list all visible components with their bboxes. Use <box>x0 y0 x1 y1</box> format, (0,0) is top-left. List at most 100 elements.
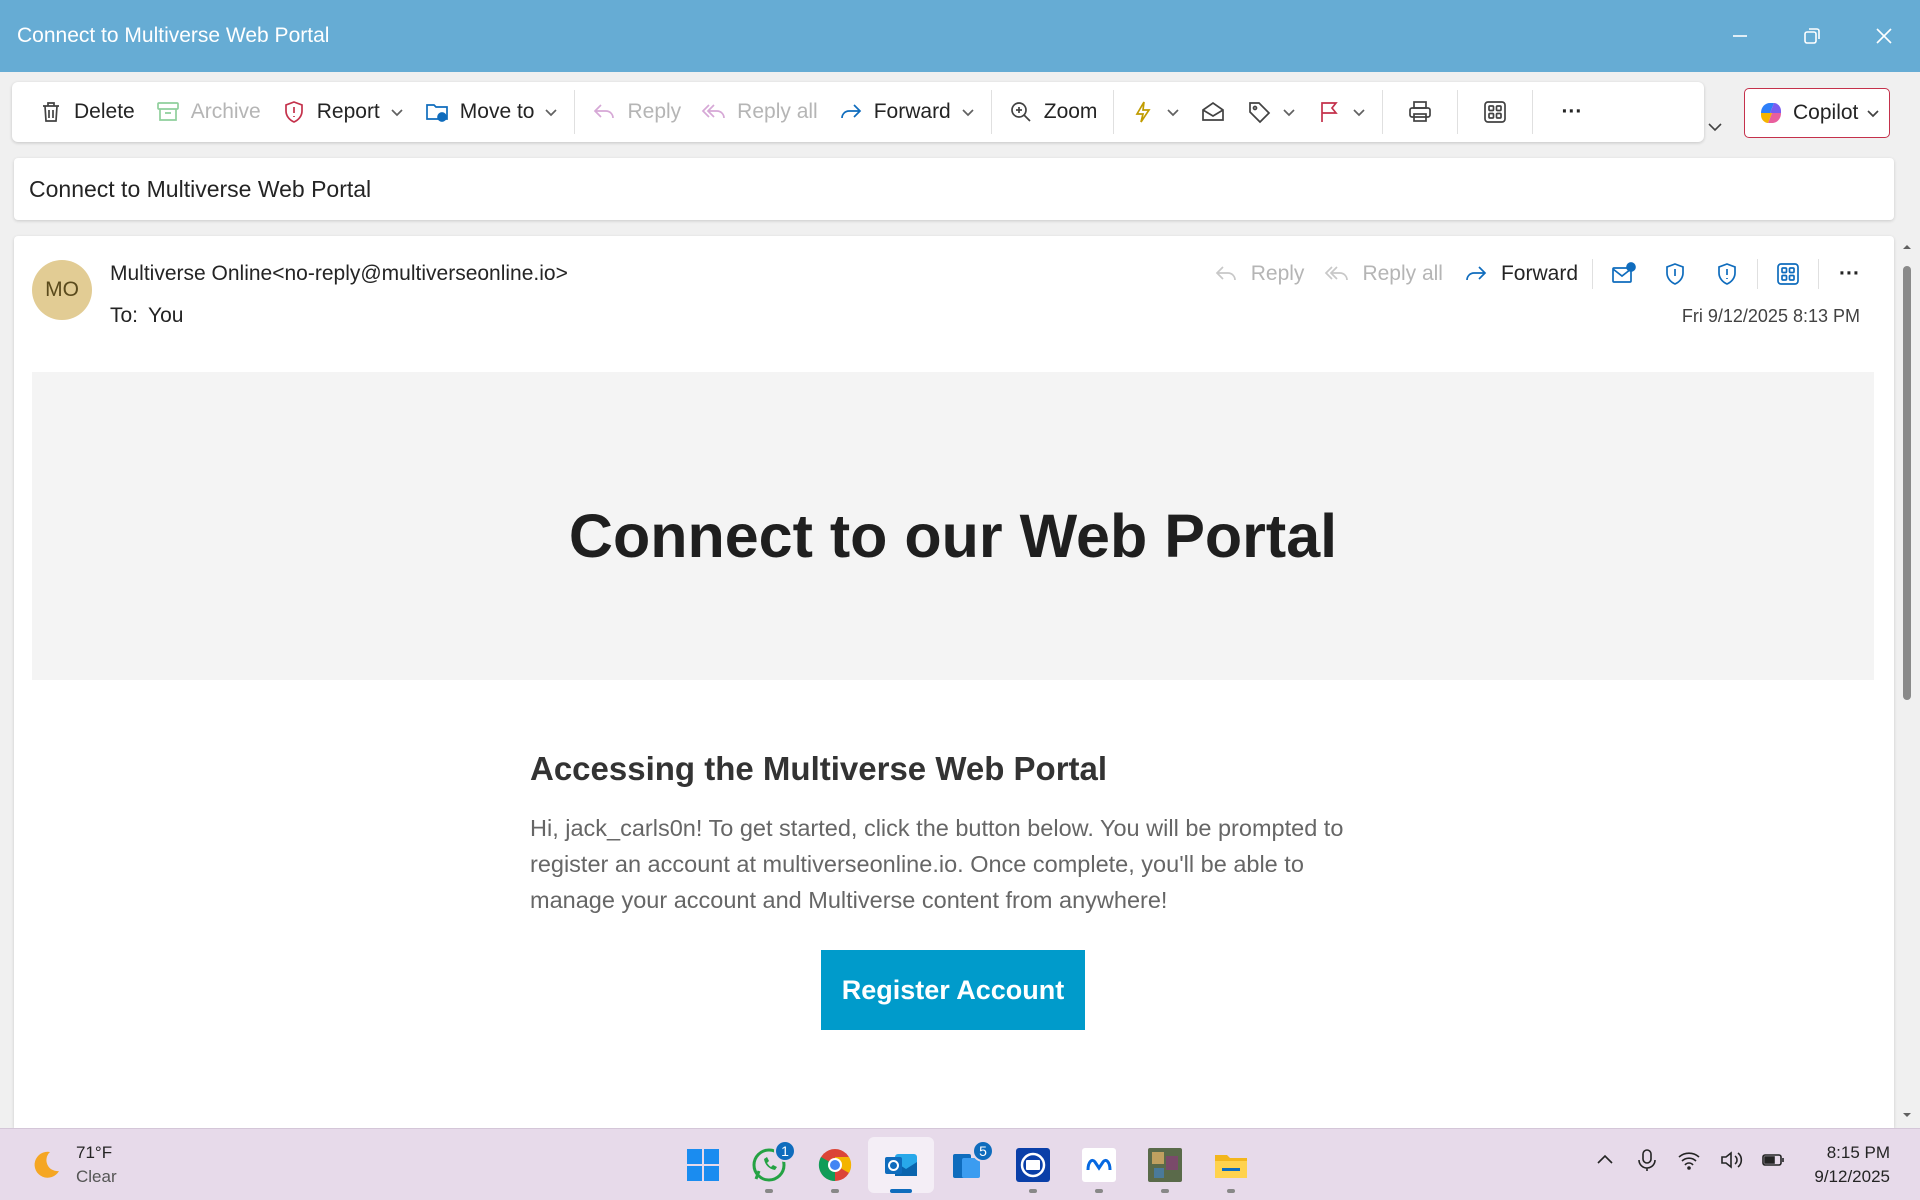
active-indicator <box>890 1189 912 1193</box>
wifi-icon[interactable] <box>1676 1147 1702 1173</box>
remote-desktop-app[interactable] <box>1000 1137 1066 1193</box>
volume-icon[interactable] <box>1718 1147 1744 1173</box>
reply-button[interactable]: Reply <box>581 82 691 142</box>
sender-avatar[interactable]: MO <box>32 260 92 320</box>
message-more-button[interactable]: ··· <box>1823 250 1876 298</box>
chrome-app[interactable] <box>802 1137 868 1193</box>
running-indicator <box>1029 1189 1037 1193</box>
ribbon-toolbar: Delete Archive Report Move to Reply Repl… <box>12 82 1704 142</box>
flag-icon <box>1321 102 1339 122</box>
forward-button[interactable]: Forward <box>828 82 985 142</box>
start-button[interactable] <box>670 1137 736 1193</box>
apps-button[interactable] <box>1464 82 1526 142</box>
phone-link-app[interactable]: 5 <box>934 1137 1000 1193</box>
minimize-button[interactable] <box>1704 0 1776 72</box>
copilot-button[interactable]: Copilot <box>1744 88 1890 138</box>
delete-button[interactable]: Delete <box>28 82 145 142</box>
message-reply-button[interactable]: Reply <box>1203 250 1315 298</box>
outlook-app[interactable] <box>868 1137 934 1193</box>
chrome-icon <box>818 1149 852 1182</box>
phone-link-badge: 5 <box>972 1140 994 1162</box>
message-forward-label: Forward <box>1500 262 1579 285</box>
running-indicator <box>1161 1189 1169 1193</box>
chevron-down-icon <box>962 109 974 117</box>
tag-icon <box>1249 102 1271 124</box>
running-indicator <box>765 1189 773 1193</box>
scrollbar-thumb[interactable] <box>1903 266 1911 700</box>
security-info-button[interactable] <box>1649 250 1701 298</box>
more-label: ··· <box>1561 100 1583 123</box>
zoom-button[interactable]: Zoom <box>998 82 1108 142</box>
shield-info-icon <box>1666 263 1684 285</box>
chevron-down-icon <box>545 109 558 117</box>
mail-check-icon <box>1612 262 1636 283</box>
message-reply-all-button[interactable]: Reply all <box>1314 250 1453 298</box>
email-hero-banner: Connect to our Web Portal <box>32 372 1874 680</box>
reply-icon <box>594 104 615 119</box>
reply-icon <box>1215 266 1236 281</box>
meta-app[interactable] <box>1066 1137 1132 1193</box>
running-indicator <box>831 1189 839 1193</box>
report-button[interactable]: Report <box>271 82 414 142</box>
expand-ribbon-chevron-icon[interactable] <box>1706 118 1724 136</box>
quick-steps-button[interactable] <box>1120 82 1190 142</box>
restore-button[interactable] <box>1776 0 1848 72</box>
clock-time: 8:15 PM <box>1826 1143 1890 1162</box>
chevron-down-icon <box>1167 109 1180 117</box>
message-date: Fri 9/12/2025 8:13 PM <box>1681 306 1860 326</box>
flag-button[interactable] <box>1306 82 1376 142</box>
scroll-down-arrow-icon[interactable] <box>1902 1110 1912 1120</box>
minimize-icon <box>1733 35 1747 37</box>
chevron-down-icon <box>391 109 403 117</box>
mark-read-button[interactable] <box>1190 82 1236 142</box>
more-options-button[interactable]: ··· <box>1539 82 1604 142</box>
window-title: Connect to Multiverse Web Portal <box>17 24 330 47</box>
clock-date: 9/12/2025 <box>1814 1167 1890 1186</box>
whatsapp-app[interactable]: 1 <box>736 1137 802 1193</box>
reply-label: Reply <box>627 100 682 123</box>
weather-widget[interactable]: 71°F Clear <box>28 1141 117 1189</box>
game-app[interactable] <box>1132 1137 1198 1193</box>
shield-alert-icon <box>1718 263 1736 285</box>
categorize-button[interactable] <box>1236 82 1306 142</box>
close-button[interactable] <box>1848 0 1920 72</box>
actions-divider <box>1592 259 1594 289</box>
microphone-icon[interactable] <box>1634 1147 1660 1173</box>
recipient-line: To: You <box>110 304 183 328</box>
report-message-button[interactable] <box>1701 250 1753 298</box>
reply-all-button[interactable]: Reply all <box>691 82 828 142</box>
email-body-content: Accessing the Multiverse Web Portal Hi, … <box>530 750 1390 918</box>
system-clock[interactable]: 8:15 PM 9/12/2025 <box>1814 1141 1890 1189</box>
moon-icon <box>34 1151 59 1178</box>
register-account-button[interactable]: Register Account <box>821 950 1085 1030</box>
sender-name[interactable]: Multiverse Online<no-reply@multiverseonl… <box>110 262 568 286</box>
toolbar-divider <box>1457 90 1459 134</box>
message-apps-button[interactable] <box>1762 250 1814 298</box>
meta-icon <box>1082 1148 1116 1182</box>
file-explorer-app[interactable] <box>1198 1137 1264 1193</box>
toolbar-divider <box>1532 90 1534 134</box>
weather-text: 71°F Clear <box>76 1141 117 1189</box>
archive-icon <box>156 102 179 121</box>
chevron-down-icon <box>1283 109 1296 117</box>
move-to-button[interactable]: Move to <box>414 82 569 142</box>
archive-button[interactable]: Archive <box>145 82 271 142</box>
read-receipt-button[interactable] <box>1597 250 1649 298</box>
scroll-up-arrow-icon[interactable] <box>1902 242 1912 252</box>
battery-icon[interactable] <box>1760 1147 1786 1173</box>
whatsapp-badge: 1 <box>774 1140 796 1162</box>
message-forward-button[interactable]: Forward <box>1453 250 1588 298</box>
copilot-label: Copilot <box>1793 101 1859 124</box>
chevron-up-icon[interactable] <box>1592 1147 1618 1173</box>
actions-divider <box>1757 259 1759 289</box>
toolbar-divider <box>990 90 992 134</box>
weather-condition: Clear <box>76 1167 117 1186</box>
actions-divider <box>1818 259 1820 289</box>
hero-title: Connect to our Web Portal <box>568 502 1338 570</box>
print-button[interactable] <box>1389 82 1451 142</box>
toolbar-divider <box>574 90 576 134</box>
message-actions: Reply Reply all Forward ··· <box>1203 250 1876 298</box>
system-tray <box>1584 1147 1794 1173</box>
trash-icon <box>43 102 59 122</box>
recipient-name[interactable]: You <box>148 304 183 327</box>
